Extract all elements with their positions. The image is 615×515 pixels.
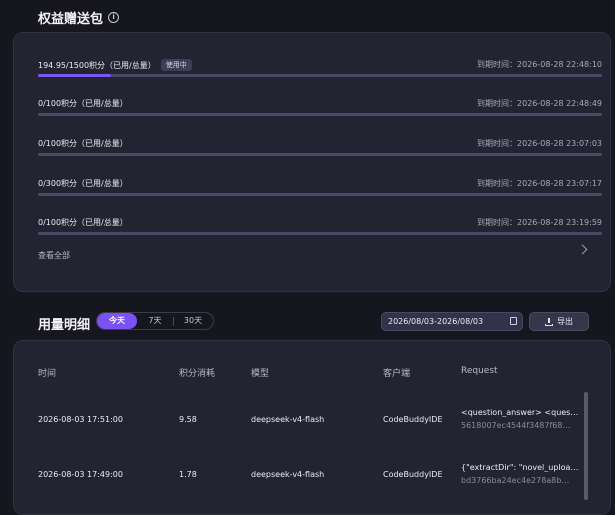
cell-time: 2026-08-03 17:51:00 [38, 415, 123, 424]
pack-expiry: 到期时间：2026-08-28 22:48:49 [477, 99, 602, 108]
pack-expiry: 到期时间：2026-08-28 22:48:10 [477, 60, 602, 69]
cell-client: CodeBuddyIDE [383, 415, 443, 424]
pack-progress-bar [38, 153, 602, 156]
packs-title-text: 权益赠送包 [38, 12, 104, 27]
pack-label: 194.95/1500积分（已用/总量） 使用中 [38, 59, 192, 71]
tab-today[interactable]: 今天 [97, 313, 137, 329]
column-header-request: Request [461, 366, 498, 376]
column-header-time: 时间 [38, 369, 57, 379]
cell-model: deepseek-v4-flash [251, 415, 325, 424]
cell-model: deepseek-v4-flash [251, 470, 325, 479]
tab-7-days[interactable]: 7天 [137, 313, 173, 329]
packs-card: 194.95/1500积分（已用/总量） 使用中 到期时间：2026-08-28… [13, 32, 611, 292]
pack-usage-text: 194.95/1500积分（已用/总量） [38, 60, 156, 70]
view-all-link[interactable]: 查看全部 [38, 250, 70, 261]
column-header-model: 模型 [251, 369, 270, 379]
packs-title: 权益赠送包 i [38, 8, 120, 27]
pack-progress-fill [38, 74, 112, 77]
column-header-client: 客户端 [383, 369, 411, 379]
pack-expiry: 到期时间：2026-08-28 23:07:03 [477, 139, 602, 148]
in-use-badge: 使用中 [160, 59, 192, 71]
chevron-right-icon[interactable] [577, 244, 588, 255]
table-scrollbar[interactable] [584, 392, 588, 500]
download-icon [545, 317, 553, 326]
export-label: 导出 [557, 317, 573, 326]
pack-label: 0/100积分（已用/总量） [38, 139, 128, 148]
cell-request: {"extractDir": "novel_upload… [461, 463, 579, 472]
pack-label: 0/100积分（已用/总量） [38, 218, 128, 227]
cell-request-id: 5618007ec4544f3487f68… [461, 421, 571, 430]
export-button[interactable]: 导出 [529, 312, 589, 331]
date-range-picker[interactable]: 2026/08/03-2026/08/03 [381, 312, 523, 331]
cell-time: 2026-08-03 17:49:00 [38, 470, 123, 479]
cell-points: 1.78 [179, 470, 197, 479]
calendar-icon [510, 317, 517, 325]
pack-progress-bar [38, 193, 602, 196]
time-range-tabs: 今天 7天 30天 [96, 312, 214, 330]
usage-title: 用量明细 [38, 314, 90, 333]
pack-label: 0/300积分（已用/总量） [38, 179, 128, 188]
column-header-points: 积分消耗 [179, 369, 216, 379]
date-range-text: 2026/08/03-2026/08/03 [388, 317, 484, 326]
usage-title-text: 用量明细 [38, 318, 91, 333]
tab-30-days[interactable]: 30天 [174, 313, 212, 329]
cell-request-id: bd3766ba24ec4e278a8b… [461, 476, 570, 485]
pack-expiry: 到期时间：2026-08-28 23:19:59 [477, 218, 602, 227]
pack-expiry: 到期时间：2026-08-28 23:07:17 [477, 179, 602, 188]
pack-label: 0/100积分（已用/总量） [38, 99, 128, 108]
pack-progress-bar [38, 232, 602, 235]
cell-points: 9.58 [179, 415, 197, 424]
pack-progress-bar [38, 74, 602, 77]
pack-progress-bar [38, 113, 602, 116]
info-icon[interactable]: i [108, 12, 120, 23]
cell-request: <question_answer> <questio… [461, 408, 579, 417]
cell-client: CodeBuddyIDE [383, 470, 443, 479]
